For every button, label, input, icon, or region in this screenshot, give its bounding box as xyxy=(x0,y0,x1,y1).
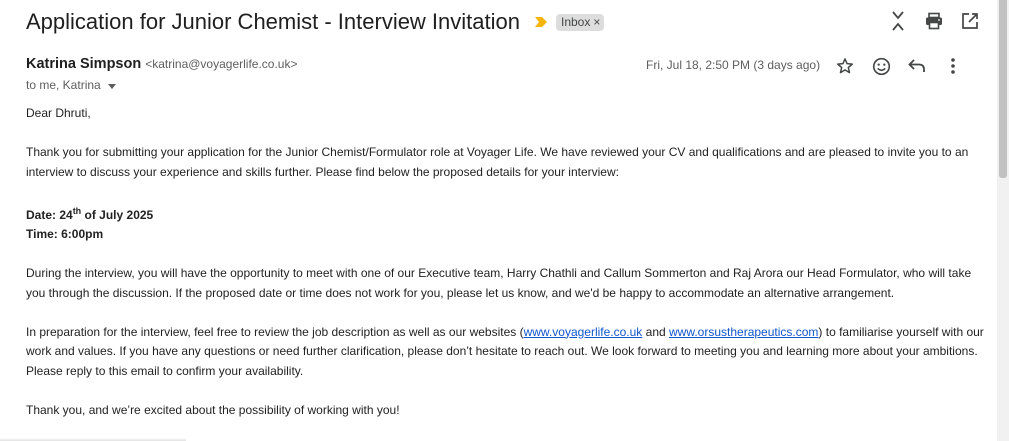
chevron-down-icon[interactable] xyxy=(107,83,116,89)
interview-date-label: Date: 24 xyxy=(26,207,73,222)
body-paragraph-1: Thank you for submitting your applicatio… xyxy=(26,145,969,179)
reply-icon[interactable] xyxy=(906,54,928,78)
interview-time: Time: 6:00pm xyxy=(26,227,104,241)
orsustherapeutics-link[interactable]: www.orsustherapeutics.com xyxy=(669,325,818,339)
body-paragraph-2: During the interview, you will have the … xyxy=(26,266,972,300)
collapse-all-icon[interactable] xyxy=(887,9,909,33)
subject-row: Application for Junior Chemist - Intervi… xyxy=(26,6,605,38)
email-date: Fri, Jul 18, 2:50 PM (3 days ago) xyxy=(646,58,821,72)
sender-email: <katrina@voyagerlife.co.uk> xyxy=(145,57,298,71)
interview-date-suffix: th xyxy=(72,205,82,216)
emoji-reaction-icon[interactable] xyxy=(870,54,892,78)
remove-label-icon[interactable]: × xyxy=(593,15,600,29)
print-icon[interactable] xyxy=(923,9,945,33)
inbox-label-text: Inbox xyxy=(561,14,591,29)
closing: Thank you, and we’re excited about the p… xyxy=(26,402,400,417)
open-in-new-window-icon[interactable] xyxy=(959,9,981,33)
sender-name[interactable]: Katrina Simpson xyxy=(26,56,141,72)
voyagerlife-link[interactable]: www.voyagerlife.co.uk xyxy=(524,325,643,339)
star-icon[interactable] xyxy=(834,54,856,78)
recipients-toggle[interactable]: to me, Katrina xyxy=(26,78,116,92)
interview-date-rest: of July 2025 xyxy=(81,207,154,222)
interview-details: Date: 24th of July 2025 Time: 6:00pm xyxy=(26,202,986,245)
email-body: Dear Dhruti, Thank you for submitting yo… xyxy=(26,104,986,440)
greeting: Dear Dhruti, xyxy=(26,106,91,120)
thread-actions xyxy=(887,9,981,33)
recipients-text: to me, Katrina xyxy=(26,78,101,92)
paragraph-3-and: and xyxy=(642,324,670,339)
importance-marker-icon[interactable] xyxy=(534,15,548,29)
inbox-label-chip[interactable]: Inbox × xyxy=(556,13,605,31)
email-subject: Application for Junior Chemist - Intervi… xyxy=(26,9,520,34)
body-paragraph-3: In preparation for the interview, feel f… xyxy=(26,323,986,382)
message-actions xyxy=(834,54,964,78)
more-vertical-icon[interactable] xyxy=(942,54,964,78)
scrollbar[interactable] xyxy=(997,0,1009,441)
scroll-thumb[interactable] xyxy=(999,0,1007,178)
paragraph-3-start: In preparation for the interview, feel f… xyxy=(26,324,524,339)
sender-row: Katrina Simpson <katrina@voyagerlife.co.… xyxy=(26,56,297,76)
